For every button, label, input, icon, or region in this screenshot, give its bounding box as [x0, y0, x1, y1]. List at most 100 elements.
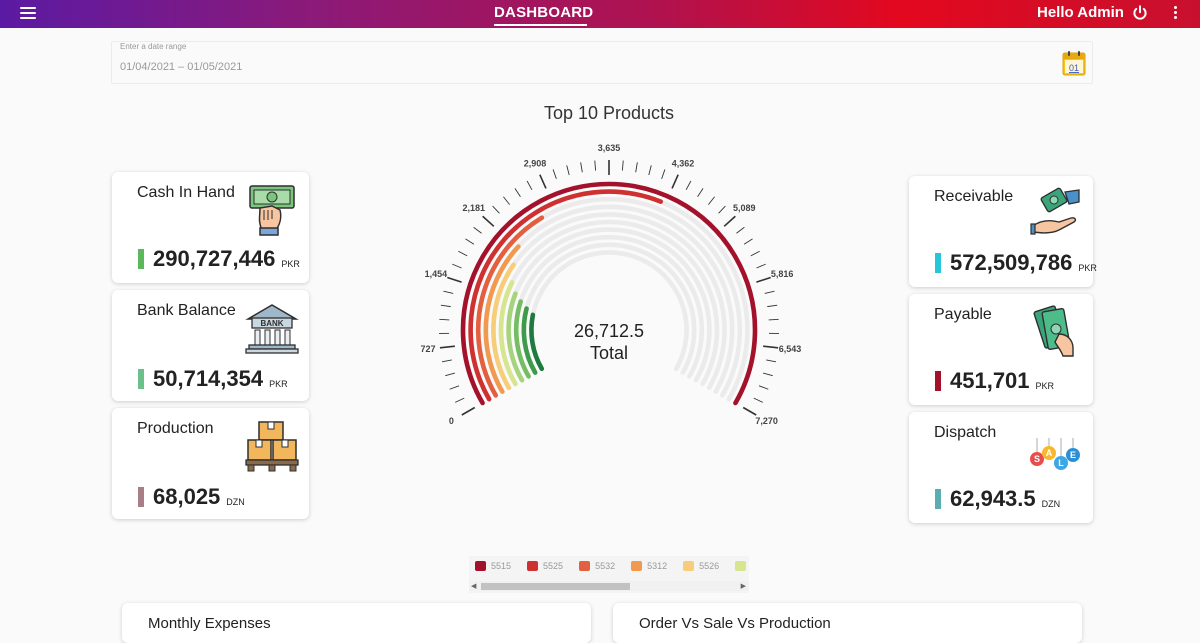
- card-unit: PKR: [281, 259, 300, 269]
- gauge-minor-tick: [595, 161, 596, 171]
- gauge-minor-tick: [445, 373, 455, 376]
- gauge-minor-tick: [527, 181, 532, 190]
- gauge-minor-tick: [769, 319, 779, 320]
- card-amount: 572,509,786: [950, 250, 1072, 276]
- page-title: DASHBOARD: [494, 4, 593, 21]
- gauge-tick-label: 5,089: [733, 203, 756, 213]
- legend-scrollbar[interactable]: ◀ ▶: [469, 581, 749, 591]
- gauge-tick-label: 2,908: [524, 159, 547, 169]
- gauge-major-tick: [756, 277, 770, 282]
- card-dispatch[interactable]: Dispatch S A L E 62,943.5 DZN: [909, 412, 1093, 523]
- gauge-major-tick: [440, 346, 455, 348]
- bank-building-icon: BANK: [244, 301, 300, 355]
- scrollbar-thumb[interactable]: [481, 583, 630, 590]
- legend-item[interactable]: 5526: [683, 561, 719, 571]
- bank-icon-label: BANK: [260, 319, 283, 328]
- top-app-bar: DASHBOARD Hello Admin: [0, 0, 1200, 28]
- gauge-minor-tick: [708, 197, 714, 205]
- card-title: Order Vs Sale Vs Production: [639, 615, 831, 632]
- sale-tag-letter: S: [1034, 454, 1040, 464]
- gauge-minor-tick: [441, 305, 451, 306]
- sale-tag-letter: L: [1058, 458, 1064, 468]
- card-amount: 290,727,446: [153, 246, 275, 272]
- card-amount: 62,943.5: [950, 486, 1036, 512]
- gauge-tick-label: 7,270: [755, 416, 778, 426]
- calendar-icon[interactable]: 01: [1062, 50, 1086, 76]
- gauge-minor-tick: [754, 398, 763, 402]
- gauge-minor-tick: [452, 264, 461, 268]
- card-title: Bank Balance: [137, 302, 236, 320]
- sale-tag-letter: A: [1046, 448, 1053, 458]
- gauge-minor-tick: [474, 227, 482, 233]
- gauge-minor-tick: [581, 162, 583, 172]
- card-order-sale-production: Order Vs Sale Vs Production: [613, 603, 1082, 643]
- card-unit: PKR: [269, 379, 288, 389]
- gauge-minor-tick: [765, 291, 775, 293]
- gauge-tick-label: 5,816: [771, 269, 794, 279]
- gauge-legend: 5515 5525 5532 5312 5526 20 ◀ ▶: [469, 556, 749, 593]
- gauge-minor-tick: [515, 188, 521, 196]
- gauge-minor-tick: [766, 360, 776, 362]
- money-pay-hand-icon: [1033, 304, 1081, 358]
- gauge-major-tick: [724, 216, 735, 226]
- legend-item[interactable]: 5532: [579, 561, 615, 571]
- legend-swatch: [631, 561, 642, 571]
- gauge-minor-tick: [686, 181, 691, 190]
- gauge-tick-label: 3,635: [598, 143, 621, 153]
- gauge-minor-tick: [763, 373, 773, 376]
- gauge-minor-tick: [744, 239, 752, 244]
- legend-item[interactable]: 5312: [631, 561, 667, 571]
- sale-tag-letter: E: [1070, 450, 1076, 460]
- gauge-minor-tick: [465, 239, 473, 244]
- gauge-minor-tick: [767, 305, 777, 306]
- gauge-minor-tick: [567, 165, 569, 175]
- gauge-major-tick: [672, 175, 678, 189]
- card-cash-in-hand[interactable]: Cash In Hand 290,727,446 PKR: [112, 172, 309, 283]
- card-color-bar: [935, 253, 941, 273]
- legend-swatch: [579, 561, 590, 571]
- legend-swatch: [527, 561, 538, 571]
- legend-swatch: [683, 561, 694, 571]
- sale-tags-icon: S A L E: [1027, 438, 1083, 472]
- gauge-tick-label: 727: [420, 344, 435, 354]
- legend-item[interactable]: 5515: [475, 561, 511, 571]
- gauge-minor-tick: [649, 165, 651, 175]
- card-amount: 68,025: [153, 484, 220, 510]
- gauge-minor-tick: [439, 319, 449, 320]
- gauge-minor-tick: [759, 386, 768, 389]
- card-value: 50,714,354 PKR: [138, 366, 288, 392]
- card-title: Monthly Expenses: [148, 615, 271, 632]
- more-vertical-icon[interactable]: [1172, 6, 1178, 22]
- date-range-value[interactable]: 01/04/2021 – 01/05/2021: [120, 61, 242, 73]
- gauge-major-tick: [483, 216, 494, 226]
- date-range-label: Enter a date range: [120, 42, 186, 51]
- scroll-left-icon[interactable]: ◀: [471, 582, 476, 590]
- card-bank-balance[interactable]: Bank Balance BANK 50,714,354 PKR: [112, 290, 309, 401]
- gauge-minor-tick: [719, 206, 726, 213]
- card-color-bar: [935, 371, 941, 391]
- gauge-tick-label: 1,454: [425, 269, 448, 279]
- legend-swatch: [475, 561, 486, 571]
- cash-in-hand-icon: [246, 182, 298, 236]
- gauge-minor-tick: [442, 360, 452, 362]
- gauge-minor-tick: [751, 251, 760, 256]
- card-title: Payable: [934, 306, 992, 324]
- card-value: 290,727,446 PKR: [138, 246, 300, 272]
- card-payable[interactable]: Payable 451,701 PKR: [909, 294, 1093, 405]
- legend-item[interactable]: 5525: [527, 561, 563, 571]
- card-unit: DZN: [226, 497, 245, 507]
- card-unit: PKR: [1078, 263, 1097, 273]
- card-amount: 451,701: [950, 368, 1030, 394]
- legend-item[interactable]: 20: [735, 561, 749, 571]
- date-range-field[interactable]: Enter a date range 01/04/2021 – 01/05/20…: [111, 41, 1093, 84]
- gauge-major-tick: [743, 408, 756, 416]
- top-products-gauge: 07271,4542,1812,9083,6354,3625,0895,8166…: [405, 140, 815, 440]
- hamburger-menu-icon[interactable]: [20, 7, 36, 21]
- scroll-right-icon[interactable]: ▶: [741, 582, 746, 590]
- card-unit: DZN: [1042, 499, 1061, 509]
- card-production[interactable]: Production 68,025 DZN: [112, 408, 309, 519]
- card-color-bar: [138, 369, 144, 389]
- gauge-tick-label: 6,543: [779, 344, 802, 354]
- card-receivable[interactable]: Receivable 572,509,786 PKR: [909, 176, 1093, 287]
- power-icon[interactable]: [1131, 4, 1149, 22]
